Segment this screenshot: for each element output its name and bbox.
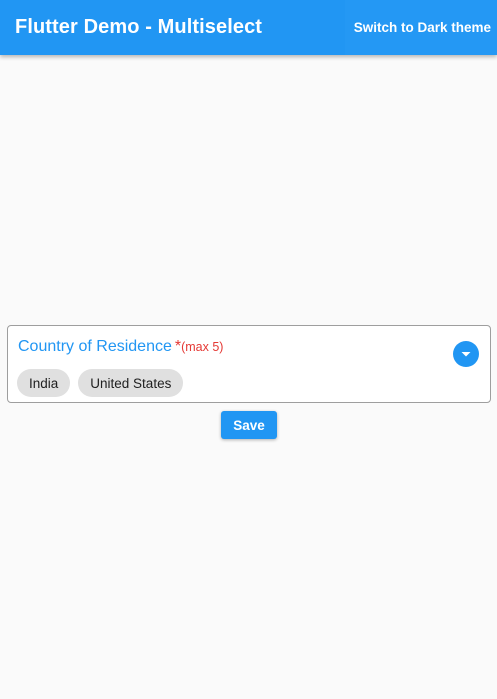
- max-hint: (max 5): [181, 340, 224, 354]
- save-button[interactable]: Save: [221, 411, 277, 439]
- field-label: Country of Residence *(max 5): [18, 338, 223, 356]
- dropdown-button[interactable]: [453, 341, 479, 367]
- country-multiselect-field[interactable]: Country of Residence *(max 5) India Unite…: [7, 325, 491, 403]
- chevron-down-icon: [461, 352, 471, 357]
- switch-theme-button[interactable]: Switch to Dark theme: [345, 0, 497, 55]
- app-title: Flutter Demo - Multiselect: [15, 16, 263, 38]
- app-bar: Flutter Demo - Multiselect Switch to Dar…: [0, 0, 497, 55]
- selected-chips: India United States: [17, 369, 184, 397]
- field-label-text: Country of Residence: [18, 338, 172, 355]
- chip-india[interactable]: India: [17, 369, 71, 397]
- chip-united-states[interactable]: United States: [78, 369, 184, 397]
